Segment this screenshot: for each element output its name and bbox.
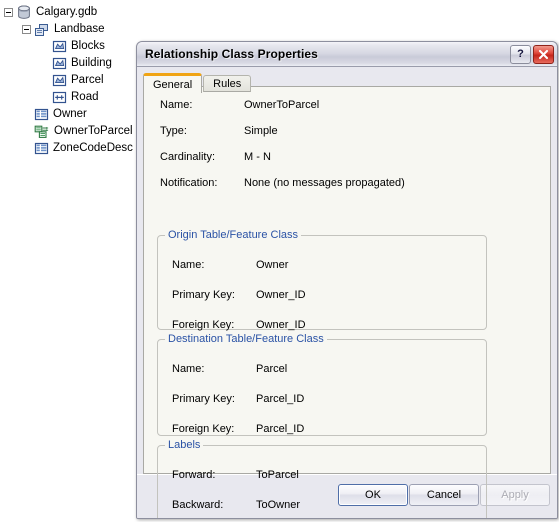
group-field-label: Name: [172,363,205,375]
question-mark-icon: ? [517,48,524,60]
group-field-row: Primary Key: Parcel_ID [172,393,304,406]
field-value: OwnerToParcel [244,99,320,111]
group-box-title: Destination Table/Feature Class [168,333,324,345]
group-box-title: Origin Table/Feature Class [168,229,299,241]
tree-item-label: ZoneCodeDesc [53,142,133,154]
field-row: Cardinality: M - N [160,151,271,164]
group-field-row: Primary Key: Owner_ID [172,289,306,302]
tree-item-landbase[interactable]: Landbase [4,21,200,38]
collapse-toggle-icon[interactable] [4,8,13,17]
tree-item-label: Owner [53,108,87,120]
group-field-label: Backward: [172,499,224,511]
relationship-class-properties-dialog: Relationship Class Properties ? General R… [136,41,558,519]
group-field-label: Primary Key: [172,289,235,301]
button-label: Apply [501,489,529,501]
tree-item-label: Blocks [71,40,105,52]
general-tab-panel: Name: OwnerToParcel Type: Simple Cardinality… [143,86,551,518]
group-box: Origin Table/Feature Class Name: Owner Prim… [157,229,487,332]
group-field-label: Primary Key: [172,393,235,405]
dialog-title-bar[interactable]: Relationship Class Properties ? [137,42,557,67]
tree-item-label: Building [71,57,112,69]
group-field-value: Parcel_ID [256,393,305,405]
tab-general[interactable]: General [143,73,203,93]
feature-dataset-icon [35,23,48,36]
collapse-toggle-icon[interactable] [22,25,31,34]
polygon-feature-class-icon [52,57,67,70]
field-value: M - N [244,151,271,163]
tree-item-label: Parcel [71,74,104,86]
close-button[interactable] [533,44,554,64]
group-field-value: Parcel_ID [256,423,305,435]
field-row: Type: Simple [160,125,278,138]
group-field-row: Backward: ToOwner [172,499,300,512]
tab-label: Rules [213,77,242,90]
group-field-label: Forward: [172,469,216,481]
group-field-value: Parcel [256,363,288,375]
relationship-class-icon [34,125,49,138]
group-field-value: ToOwner [256,499,301,511]
group-field-row: Foreign Key: Parcel_ID [172,423,304,436]
tree-item-label: Calgary.gdb [36,6,98,18]
group-field-row: Name: Owner [172,259,288,272]
polygon-feature-class-icon [52,40,67,53]
field-label: Type: [160,125,187,137]
tab-rules[interactable]: Rules [203,75,252,92]
field-row: Notification: None (no messages propagate… [160,177,405,190]
group-box: Destination Table/Feature Class Name: Parc… [157,333,487,436]
field-value: None (no messages propagated) [244,177,405,189]
line-feature-class-icon [52,91,67,104]
field-label: Notification: [160,177,218,189]
geodatabase-icon [18,5,30,19]
tree-item-label: Road [71,91,99,103]
group-field-value: Owner_ID [256,289,306,301]
group-field-value: Owner_ID [256,319,306,331]
group-field-row: Name: Parcel [172,363,287,376]
close-icon [538,49,549,59]
field-label: Cardinality: [160,151,216,163]
tree-item-calgary-gdb[interactable]: Calgary.gdb [4,4,200,21]
group-box: Labels Forward: ToParcel Backward: ToOwner [157,439,487,518]
table-icon [34,142,49,155]
group-field-label: Name: [172,259,205,271]
group-box-title: Labels [168,439,201,451]
group-field-value: Owner [256,259,289,271]
group-field-row: Foreign Key: Owner_ID [172,319,306,332]
field-label: Name: [160,99,193,111]
table-icon [34,108,49,121]
help-button[interactable]: ? [510,44,531,64]
group-field-value: ToParcel [256,469,299,481]
group-field-label: Foreign Key: [172,423,235,435]
apply-button: Apply [480,484,550,506]
dialog-title: Relationship Class Properties [145,47,318,61]
polygon-feature-class-icon [52,74,67,87]
field-value: Simple [244,125,278,137]
tree-item-label: Landbase [54,23,105,35]
field-row: Name: OwnerToParcel [160,99,319,112]
tree-item-label: OwnerToParcel [54,125,133,137]
group-field-label: Foreign Key: [172,319,235,331]
tab-strip[interactable]: General Rules [143,72,551,93]
tab-label: General [153,78,193,91]
group-field-row: Forward: ToParcel [172,469,299,482]
